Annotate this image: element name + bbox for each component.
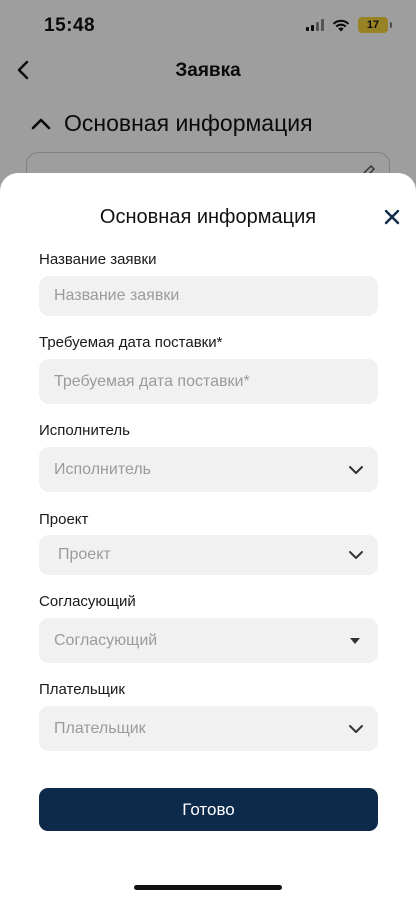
done-button-label: Готово: [182, 799, 235, 819]
field-label-approver: Согласующий: [39, 593, 136, 610]
delivery-date-input[interactable]: Требуемая дата поставки*: [39, 359, 378, 404]
payer-placeholder: Плательщик: [54, 719, 146, 737]
project-placeholder: Проект: [58, 546, 111, 563]
request-name-input[interactable]: Название заявки: [39, 276, 378, 316]
chevron-down-icon: [349, 465, 363, 474]
close-icon: [384, 209, 400, 225]
approver-select[interactable]: Согласующий: [39, 618, 378, 663]
delivery-date-placeholder: Требуемая дата поставки*: [54, 372, 250, 390]
payer-select[interactable]: Плательщик: [39, 706, 378, 751]
chevron-down-icon: [349, 724, 363, 733]
field-label-project: Проект: [39, 511, 89, 528]
request-name-placeholder: Название заявки: [54, 287, 180, 304]
field-label-delivery-date: Требуемая дата поставки*: [39, 334, 223, 351]
sheet-title: Основная информация: [99, 206, 317, 228]
executor-placeholder: Исполнитель: [54, 460, 152, 478]
done-button[interactable]: Готово: [39, 788, 378, 831]
field-label-request-name: Название заявки: [39, 251, 157, 268]
caret-down-icon: [350, 637, 360, 644]
close-button[interactable]: [380, 205, 404, 229]
field-label-payer: Плательщик: [39, 681, 125, 698]
chevron-down-icon: [349, 551, 363, 559]
executor-select[interactable]: Исполнитель: [39, 447, 378, 492]
approver-placeholder: Согласующий: [54, 631, 158, 649]
bottom-sheet: Основная информация Название заявки Назв…: [0, 173, 416, 900]
project-select[interactable]: Проект: [39, 535, 378, 575]
home-indicator[interactable]: [134, 885, 282, 890]
field-label-executor: Исполнитель: [39, 422, 130, 439]
